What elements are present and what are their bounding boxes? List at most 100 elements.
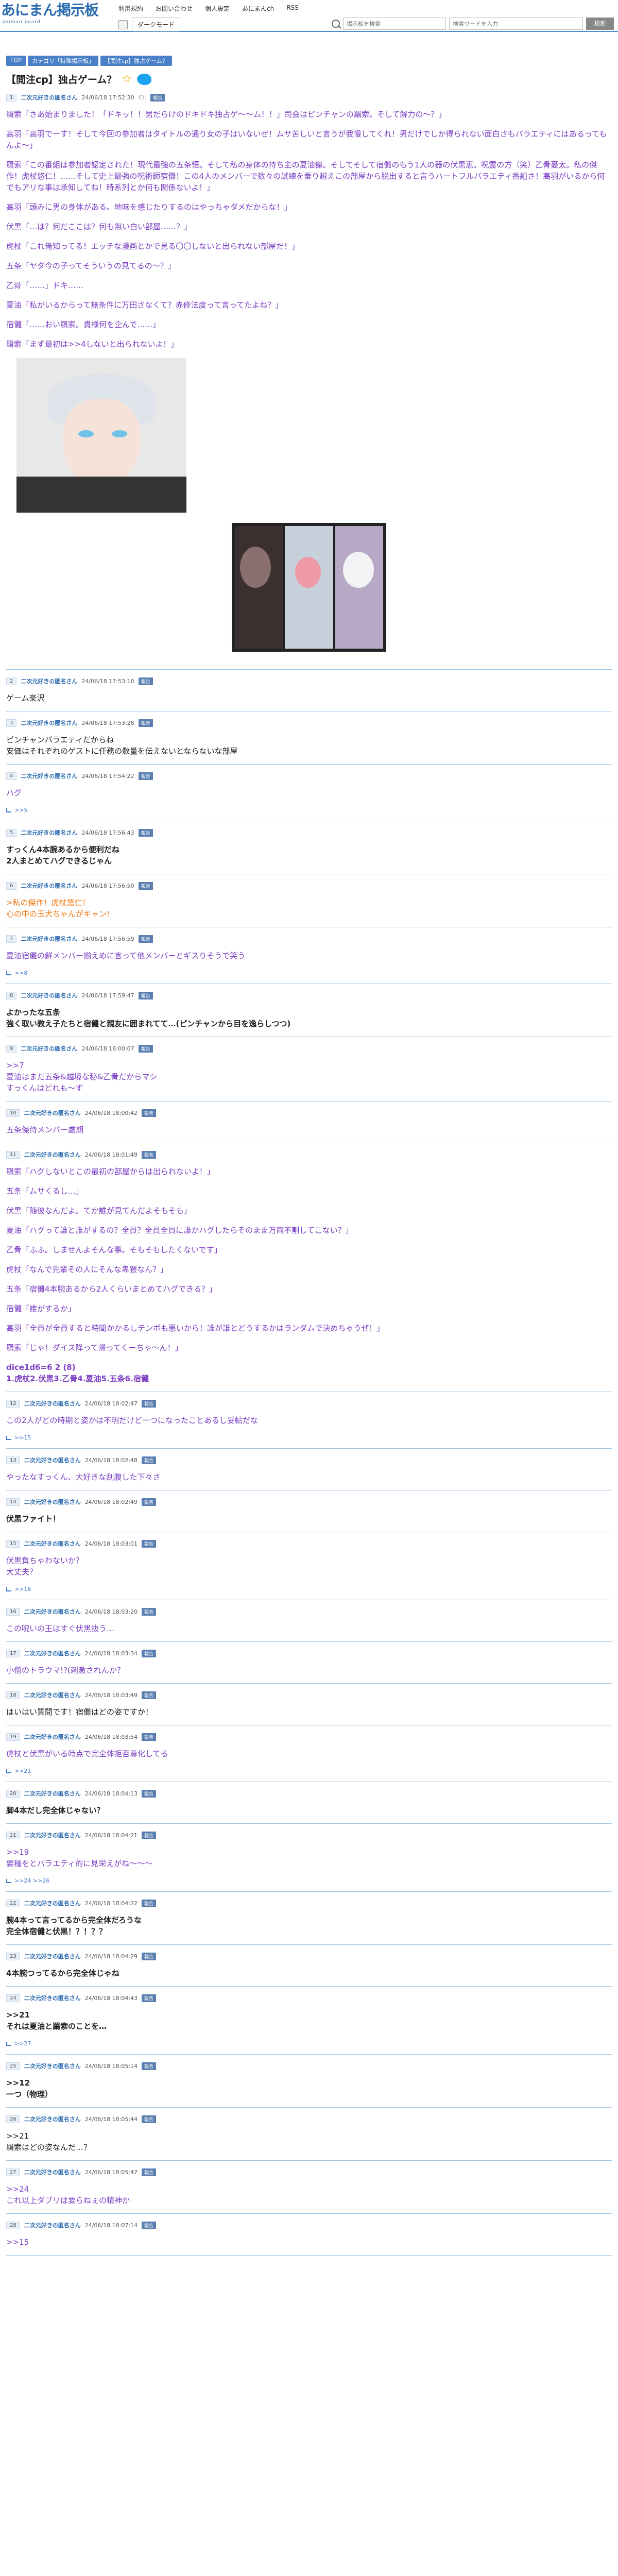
post-line[interactable]: >>21 xyxy=(6,2009,612,2021)
post-line[interactable]: >>19 xyxy=(6,1846,612,1858)
reply-links[interactable]: >>8 xyxy=(6,970,612,976)
post-line: 4本腕つってるから完全体じゃね xyxy=(6,1969,119,1978)
post-line[interactable]: >>21 xyxy=(6,2130,612,2142)
post-number[interactable]: 26 xyxy=(6,2115,20,2123)
post-number[interactable]: 3 xyxy=(6,719,17,727)
report-button[interactable]: 報告 xyxy=(142,2062,157,2070)
post-number[interactable]: 6 xyxy=(6,882,17,890)
post-line[interactable]: >>12 xyxy=(6,2077,612,2089)
post-number[interactable]: 27 xyxy=(6,2168,20,2176)
report-button[interactable]: 報告 xyxy=(138,991,153,999)
post: 3 二次元好きの匿名さん 24/06/18 17:53:28 報告 ピンチャンバラエティ… xyxy=(6,719,612,765)
reply-link-text[interactable]: >>24 >>26 xyxy=(14,1877,49,1884)
report-button[interactable]: 報告 xyxy=(142,1899,157,1907)
post-number[interactable]: 20 xyxy=(6,1789,20,1798)
post: 4 二次元好きの匿名さん 24/06/18 17:54:22 報告 ハグ >>5 xyxy=(6,772,612,821)
post-number[interactable]: 22 xyxy=(6,1899,20,1907)
report-button[interactable]: 報告 xyxy=(142,1952,157,1960)
post-number[interactable]: 21 xyxy=(6,1831,20,1839)
nav-terms[interactable]: 利用規約 xyxy=(118,4,143,13)
post-number[interactable]: 5 xyxy=(6,828,17,837)
op-image-comic[interactable] xyxy=(232,523,386,652)
search-button[interactable]: 検索 xyxy=(586,18,614,30)
report-button[interactable]: 報告 xyxy=(138,882,153,890)
nav-animanch[interactable]: あにまんch xyxy=(242,4,274,13)
post-number[interactable]: 19 xyxy=(6,1733,20,1741)
reply-links[interactable]: >>27 xyxy=(6,2040,612,2047)
board-search-input[interactable] xyxy=(343,18,446,30)
report-button[interactable]: 報告 xyxy=(142,1456,157,1464)
post-number[interactable]: 2 xyxy=(6,677,17,685)
report-button[interactable]: 報告 xyxy=(142,1831,157,1839)
breadcrumb-category[interactable]: カテゴリ「特殊掲示板」 xyxy=(28,56,99,66)
reply-link-text[interactable]: >>27 xyxy=(14,2040,31,2047)
reply-links[interactable]: >>15 xyxy=(6,1434,612,1441)
report-button[interactable]: 報告 xyxy=(138,772,153,780)
post-number[interactable]: 13 xyxy=(6,1456,20,1464)
keyword-search-input[interactable] xyxy=(449,18,583,30)
report-button[interactable]: 報告 xyxy=(142,1150,157,1159)
post-line[interactable]: >>24 xyxy=(6,2183,612,2195)
report-button[interactable]: 報告 xyxy=(138,828,153,837)
report-button[interactable]: 報告 xyxy=(142,2168,157,2176)
reply-links[interactable]: >>24 >>26 xyxy=(6,1877,612,1884)
post-number[interactable]: 11 xyxy=(6,1150,20,1159)
reply-link-text[interactable]: >>16 xyxy=(14,1586,31,1592)
report-button[interactable]: 報告 xyxy=(138,1044,153,1053)
report-button[interactable]: 報告 xyxy=(142,2115,157,2123)
post-number[interactable]: 18 xyxy=(6,1691,20,1699)
post-number[interactable]: 25 xyxy=(6,2062,20,2070)
post-number[interactable]: 28 xyxy=(6,2221,20,2229)
dark-mode-button[interactable]: ダークモード xyxy=(132,18,181,31)
post-number[interactable]: 8 xyxy=(6,991,17,999)
op-image-character[interactable] xyxy=(16,358,186,513)
nav-contact[interactable]: お問い合わせ xyxy=(156,4,193,13)
reply-links[interactable]: >>21 xyxy=(6,1768,612,1774)
reply-link-text[interactable]: >>21 xyxy=(14,1768,31,1774)
breadcrumb-top[interactable]: TOP xyxy=(6,56,26,66)
report-button[interactable]: 報告 xyxy=(142,1109,157,1117)
post-line[interactable]: >>7 xyxy=(6,1060,612,1071)
report-button[interactable]: 報告 xyxy=(142,1691,157,1699)
report-button[interactable]: 報告 xyxy=(138,719,153,727)
reply-link-text[interactable]: >>8 xyxy=(14,970,27,976)
post-number[interactable]: 1 xyxy=(6,93,17,101)
report-button[interactable]: 報告 xyxy=(142,1733,157,1741)
post-number[interactable]: 23 xyxy=(6,1952,20,1960)
main-content: TOP カテゴリ「特殊掲示板」 【閲注cp】独占ゲーム？ 【閲注cp】独占ゲーム… xyxy=(0,56,618,2256)
post-number[interactable]: 16 xyxy=(6,1607,20,1616)
nav-settings[interactable]: 個人設定 xyxy=(205,4,230,13)
report-button[interactable]: 報告 xyxy=(142,1607,157,1616)
report-button[interactable]: 報告 xyxy=(142,1498,157,1506)
nav-rss[interactable]: RSS xyxy=(286,4,299,13)
dark-mode-icon[interactable] xyxy=(118,20,128,29)
post-number[interactable]: 15 xyxy=(6,1539,20,1548)
report-button[interactable]: 報告 xyxy=(138,935,153,943)
post-number[interactable]: 24 xyxy=(6,1994,20,2002)
reply-link-text[interactable]: >>5 xyxy=(14,807,27,814)
post-number[interactable]: 14 xyxy=(6,1498,20,1506)
reply-links[interactable]: >>16 xyxy=(6,1586,612,1592)
report-button[interactable]: 報告 xyxy=(150,93,165,101)
post-line[interactable]: >>15 xyxy=(6,2236,612,2248)
post-number[interactable]: 9 xyxy=(6,1044,17,1053)
twitter-share-icon[interactable] xyxy=(137,73,152,85)
reply-link-text[interactable]: >>15 xyxy=(14,1434,31,1441)
breadcrumb-thread[interactable]: 【閲注cp】独占ゲーム？ xyxy=(100,56,172,66)
report-button[interactable]: 報告 xyxy=(142,2221,157,2229)
post-body: ゲーム楽沢 xyxy=(6,692,612,704)
report-button[interactable]: 報告 xyxy=(142,1649,157,1657)
site-logo[interactable]: あにまん掲示板 xyxy=(1,3,99,18)
report-button[interactable]: 報告 xyxy=(142,1399,157,1408)
favorite-star-icon[interactable]: ☆ xyxy=(122,73,132,86)
post-number[interactable]: 7 xyxy=(6,935,17,943)
report-button[interactable]: 報告 xyxy=(138,677,153,685)
post-number[interactable]: 10 xyxy=(6,1109,20,1117)
post-number[interactable]: 4 xyxy=(6,772,17,780)
report-button[interactable]: 報告 xyxy=(142,1539,157,1548)
post-number[interactable]: 12 xyxy=(6,1399,20,1408)
post-number[interactable]: 17 xyxy=(6,1649,20,1657)
reply-links[interactable]: >>5 xyxy=(6,807,612,814)
report-button[interactable]: 報告 xyxy=(142,1994,157,2002)
report-button[interactable]: 報告 xyxy=(142,1789,157,1798)
